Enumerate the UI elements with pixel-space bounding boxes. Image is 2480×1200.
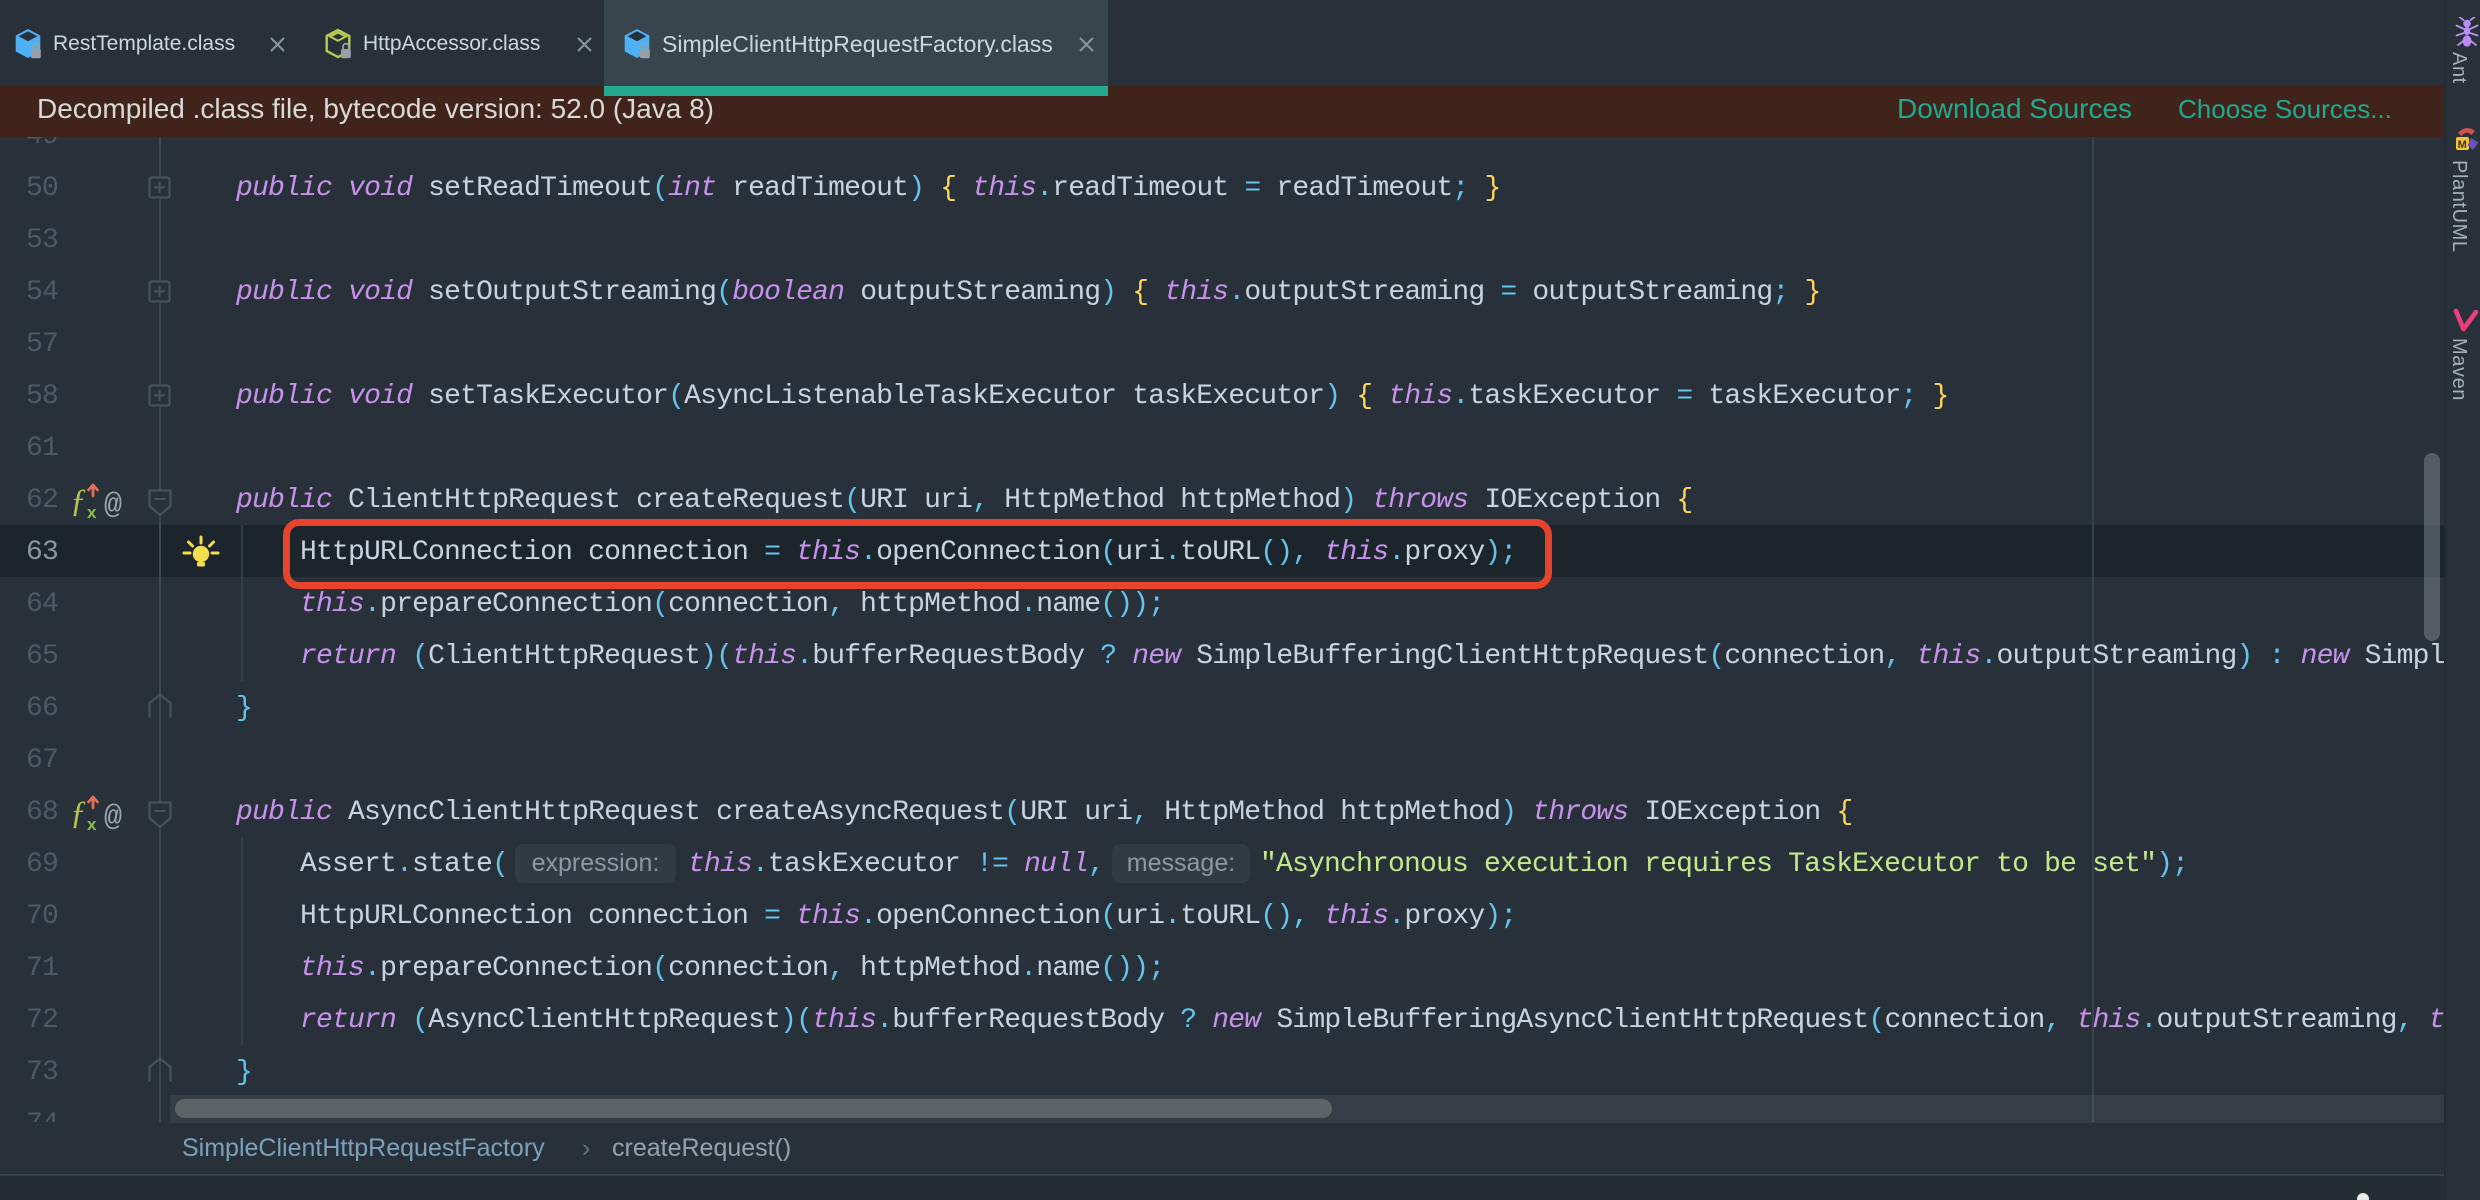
svg-text:M: M <box>2458 139 2467 151</box>
